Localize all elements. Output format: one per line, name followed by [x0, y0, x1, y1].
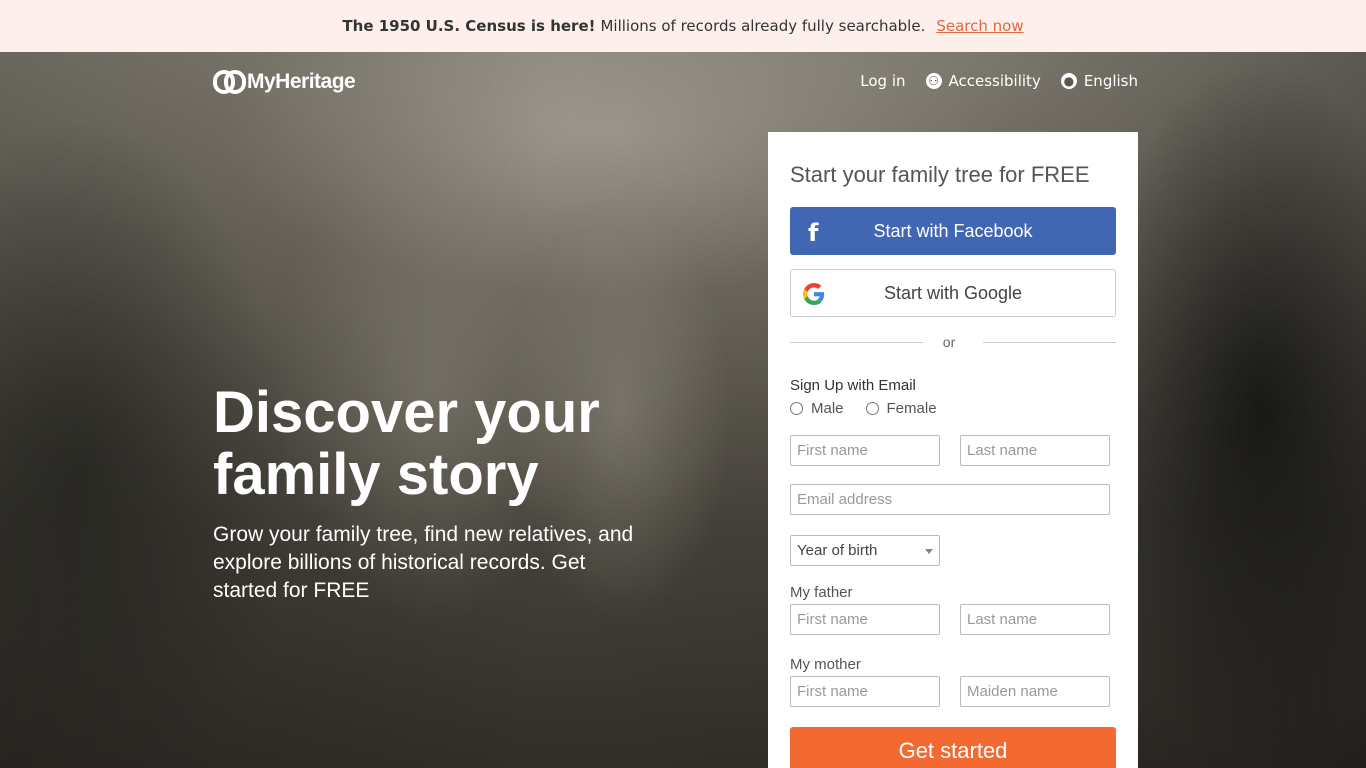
- facebook-icon: f: [808, 219, 819, 247]
- accessibility-icon: ⚇: [925, 73, 942, 89]
- year-of-birth-value: Year of birth: [797, 542, 878, 559]
- login-link[interactable]: Log in: [860, 72, 905, 90]
- father-first-name-input[interactable]: [790, 604, 940, 635]
- mother-maiden-name-input[interactable]: [960, 676, 1110, 707]
- gender-female-radio[interactable]: Female: [865, 400, 937, 417]
- language-selector[interactable]: ● English: [1060, 72, 1138, 90]
- father-label: My father: [790, 584, 853, 601]
- or-divider: or: [790, 332, 1117, 352]
- mother-label: My mother: [790, 656, 861, 673]
- start-with-google-button[interactable]: Start with Google: [790, 269, 1116, 317]
- hero-subtitle: Grow your family tree, find new relative…: [213, 523, 634, 602]
- announcement-banner: The 1950 U.S. Census is here! Millions o…: [0, 0, 1366, 52]
- hero-overlay: [0, 52, 1366, 768]
- login-label: Log in: [860, 72, 906, 90]
- father-last-name-input[interactable]: [960, 604, 1110, 635]
- accessibility-link[interactable]: ⚇ Accessibility: [925, 72, 1041, 90]
- radio-circle: [865, 402, 879, 415]
- google-icon: [803, 283, 825, 305]
- start-with-facebook-button[interactable]: f Start with Facebook: [790, 207, 1116, 255]
- top-navigation: Log in ⚇ Accessibility ● English: [840, 72, 1138, 90]
- year-of-birth-select[interactable]: Year of birth: [790, 535, 940, 566]
- language-label: English: [1083, 72, 1138, 90]
- male-label: Male: [811, 400, 844, 417]
- google-button-label: Start with Google: [883, 282, 1023, 303]
- divider-line: [790, 341, 923, 343]
- gender-radio-group: Male Female: [790, 400, 959, 417]
- hero-title: Discover your family story: [213, 380, 600, 507]
- search-now-link[interactable]: Search now: [936, 17, 1023, 35]
- email-input[interactable]: [790, 484, 1110, 515]
- logo-mark-icon: [213, 69, 246, 95]
- email-signup-label: Sign Up with Email: [790, 377, 916, 394]
- gender-male-radio[interactable]: Male: [790, 400, 844, 417]
- last-name-input[interactable]: [960, 435, 1110, 466]
- signup-panel: Start your family tree for FREE f Start …: [768, 132, 1138, 768]
- facebook-button-label: Start with Facebook: [873, 220, 1033, 241]
- first-name-input[interactable]: [790, 435, 940, 466]
- globe-icon: ●: [1060, 73, 1077, 89]
- chevron-down-icon: [925, 549, 933, 554]
- female-label: Female: [886, 400, 937, 417]
- hero-background-photo: [0, 52, 1366, 768]
- get-started-button[interactable]: Get started: [790, 727, 1116, 768]
- signup-heading: Start your family tree for FREE: [790, 162, 1090, 187]
- myheritage-logo[interactable]: MyHeritage: [213, 69, 356, 95]
- mother-first-name-input[interactable]: [790, 676, 940, 707]
- radio-circle: [790, 402, 803, 415]
- banner-headline: The 1950 U.S. Census is here!: [342, 17, 596, 35]
- logo-text: MyHeritage: [247, 70, 356, 93]
- accessibility-label: Accessibility: [948, 72, 1041, 90]
- divider-line: [983, 341, 1117, 343]
- banner-message: Millions of records already fully search…: [600, 17, 926, 35]
- or-label: or: [942, 334, 956, 350]
